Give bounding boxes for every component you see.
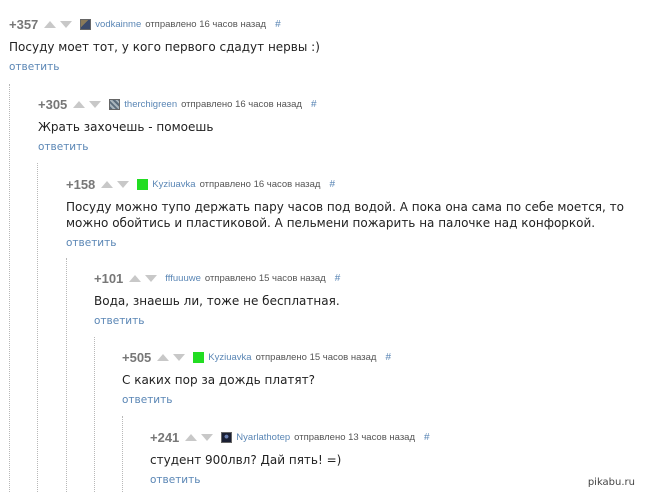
- comment: +505 Kyziuavka отправлено 15 часов назад…: [122, 350, 391, 407]
- post-timestamp: отправлено 13 часов назад: [294, 431, 416, 443]
- comment: +357 vodkainme отправлено 16 часов назад…: [9, 17, 320, 74]
- comment-text: студент 900лвл? Дай пять! =): [150, 452, 430, 468]
- user-avatar[interactable]: [109, 98, 121, 110]
- comment-thread: +357 vodkainme отправлено 16 часов назад…: [0, 0, 646, 492]
- comment-text-line: С каких пор за дождь платят?: [122, 373, 315, 387]
- username-link[interactable]: Nyarlathotep: [236, 432, 290, 443]
- reply-link[interactable]: ответить: [94, 315, 144, 327]
- comment-text-line: Жрать захочешь - помоешь: [38, 120, 214, 134]
- comment-permalink[interactable]: #: [385, 352, 391, 363]
- upvote-arrow-icon[interactable]: [101, 180, 114, 188]
- username-link[interactable]: fffuuuwe: [165, 273, 201, 284]
- comment-text-line: Посуду моет тот, у кого первого сдадут н…: [9, 40, 320, 54]
- comment-text-line: Посуду можно тупо держать пару часов под…: [66, 200, 624, 214]
- comment-rating: +505: [122, 349, 152, 365]
- comment-rating: +101: [94, 270, 124, 286]
- downvote-arrow-icon[interactable]: [173, 353, 186, 361]
- thread-line-4: [94, 337, 95, 492]
- comment-text-line: студент 900лвл? Дай пять! =): [150, 453, 342, 467]
- username-link[interactable]: Kyziuavka: [152, 179, 195, 190]
- comment-header: +305 therchigreen отправлено 16 часов на…: [38, 96, 317, 112]
- comment-permalink[interactable]: #: [275, 19, 281, 30]
- comment-text: С каких пор за дождь платят?: [122, 372, 391, 388]
- comment-header: +505 Kyziuavka отправлено 15 часов назад…: [122, 349, 391, 365]
- username-link[interactable]: Kyziuavka: [208, 352, 251, 363]
- comment: +101 fffuuuwe отправлено 15 часов назад …: [94, 271, 340, 328]
- downvote-arrow-icon[interactable]: [89, 100, 102, 108]
- post-timestamp: отправлено 15 часов назад: [204, 272, 326, 284]
- reply-link[interactable]: ответить: [150, 474, 200, 486]
- thread-line-3: [66, 258, 67, 492]
- upvote-arrow-icon[interactable]: [157, 353, 170, 361]
- comment: +305 therchigreen отправлено 16 часов на…: [38, 97, 317, 154]
- comment: +241 Nyarlathotep отправлено 13 часов на…: [150, 430, 430, 487]
- comment-permalink[interactable]: #: [424, 432, 430, 443]
- downvote-arrow-icon[interactable]: [201, 433, 214, 441]
- site-watermark: pikabu.ru: [584, 476, 638, 489]
- thread-line-5: [122, 416, 123, 492]
- comment-header: +241 Nyarlathotep отправлено 13 часов на…: [150, 429, 430, 445]
- comment-header: +357 vodkainme отправлено 16 часов назад…: [9, 16, 320, 32]
- comment-header: +101 fffuuuwe отправлено 15 часов назад …: [94, 270, 341, 286]
- comment-permalink[interactable]: #: [329, 179, 335, 190]
- user-avatar[interactable]: [137, 178, 149, 190]
- post-timestamp: отправлено 16 часов назад: [199, 178, 321, 190]
- user-avatar[interactable]: [193, 351, 205, 363]
- comment-rating: +158: [66, 176, 96, 192]
- thread-line-2: [37, 163, 38, 492]
- upvote-arrow-icon[interactable]: [129, 274, 142, 282]
- comment-text-line: можно обойтись и пластиковой. А пельмени…: [66, 216, 596, 230]
- thread-line-1: [9, 84, 10, 492]
- comment-text-line: Вода, знаешь ли, тоже не бесплатная.: [94, 294, 340, 308]
- comment-rating: +305: [38, 96, 68, 112]
- comment-text: Посуду моет тот, у кого первого сдадут н…: [9, 39, 320, 55]
- post-timestamp: отправлено 16 часов назад: [181, 98, 302, 110]
- comment-text: Посуду можно тупо держать пару часов под…: [66, 199, 624, 231]
- upvote-arrow-icon[interactable]: [73, 100, 86, 108]
- comment-rating: +241: [150, 429, 180, 445]
- user-avatar[interactable]: [80, 18, 92, 30]
- username-link[interactable]: therchigreen: [124, 99, 177, 110]
- comment-permalink[interactable]: #: [311, 99, 317, 110]
- downvote-arrow-icon[interactable]: [117, 180, 130, 188]
- post-timestamp: отправлено 15 часов назад: [255, 351, 377, 363]
- comment-rating: +357: [9, 16, 39, 32]
- comment-text: Жрать захочешь - помоешь: [38, 119, 317, 135]
- username-link[interactable]: vodkainme: [95, 19, 141, 30]
- upvote-arrow-icon[interactable]: [44, 20, 57, 28]
- reply-link[interactable]: ответить: [66, 237, 116, 249]
- reply-link[interactable]: ответить: [122, 394, 172, 406]
- comment-permalink[interactable]: #: [335, 273, 341, 284]
- comment-header: +158 Kyziuavka отправлено 16 часов назад…: [66, 176, 624, 192]
- reply-link[interactable]: ответить: [38, 141, 88, 153]
- reply-link[interactable]: ответить: [9, 61, 59, 73]
- downvote-arrow-icon[interactable]: [145, 274, 158, 282]
- post-timestamp: отправлено 16 часов назад: [145, 18, 267, 30]
- comment: +158 Kyziuavka отправлено 16 часов назад…: [66, 177, 624, 250]
- downvote-arrow-icon[interactable]: [60, 20, 73, 28]
- user-avatar[interactable]: [221, 431, 233, 443]
- upvote-arrow-icon[interactable]: [185, 433, 198, 441]
- comment-text: Вода, знаешь ли, тоже не бесплатная.: [94, 293, 340, 309]
